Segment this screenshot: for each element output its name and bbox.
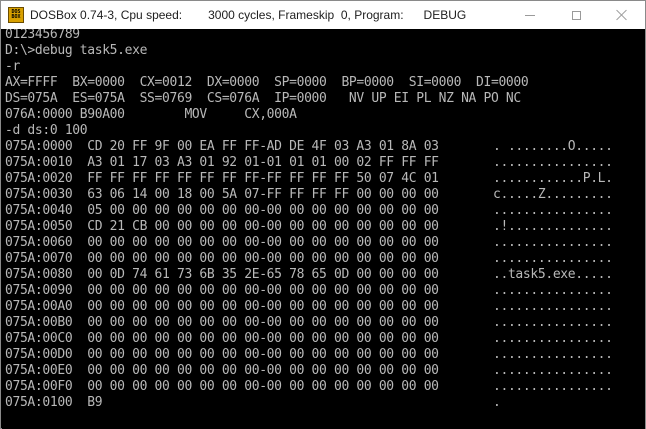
dos-console-screen[interactable]: 0123456789 D:\>debug task5.exe -r AX=FFF… <box>2 29 645 429</box>
dump-row: 075A:00B0 00 00 00 00 00 00 00 00-00 00 … <box>5 315 613 331</box>
title-program-label: Program: <box>354 8 404 22</box>
dump-ascii: .!.............. <box>493 219 613 234</box>
close-button[interactable] <box>599 1 645 29</box>
dump-row: 075A:00A0 00 00 00 00 00 00 00 00-00 00 … <box>5 299 613 315</box>
dump-row: 075A:00F0 00 00 00 00 00 00 00 00-00 00 … <box>5 379 613 395</box>
title-bar[interactable]: DOS BOX DOSBox 0.74-3, Cpu speed: 3000 cy… <box>1 1 645 29</box>
dump-ascii: . <box>493 395 501 410</box>
dump-hex: 075A:0050 CD 21 CB 00 00 00 00 00-00 00 … <box>5 219 439 234</box>
maximize-icon <box>571 10 581 20</box>
dump-ascii: . ........O..... <box>493 139 613 154</box>
dump-ascii: ................ <box>493 315 613 330</box>
console-output: 0123456789 D:\>debug task5.exe -r AX=FFF… <box>5 29 613 411</box>
register-line-2: DS=075A ES=075A SS=0769 CS=076A IP=0000 … <box>5 91 521 106</box>
window-title: DOSBox 0.74-3, Cpu speed: 3000 cycles, Fr… <box>30 8 466 22</box>
dump-row: 075A:0070 00 00 00 00 00 00 00 00-00 00 … <box>5 251 613 267</box>
dosbox-app-icon[interactable]: DOS BOX <box>8 7 24 23</box>
disassembly-line: 076A:0000 B90A00 MOV CX,000A <box>5 107 297 122</box>
title-frameskip: Frameskip 0, <box>278 8 351 22</box>
title-program-name: DEBUG <box>423 8 467 22</box>
console-line: -r <box>5 59 20 74</box>
minimize-button[interactable] <box>507 1 553 29</box>
maximize-button[interactable] <box>553 1 599 29</box>
title-cpu-speed-label: Cpu speed: <box>120 8 183 22</box>
title-app-name: DOSBox 0.74-3, <box>30 8 118 22</box>
dump-row: 075A:0030 63 06 14 00 18 00 5A 07-FF FF … <box>5 187 613 203</box>
dump-ascii: ................ <box>493 203 613 218</box>
dump-hex: 075A:0010 A3 01 17 03 A3 01 92 01-01 01 … <box>5 155 439 170</box>
dosbox-window: DOS BOX DOSBox 0.74-3, Cpu speed: 3000 cy… <box>0 0 646 429</box>
app-icon-text-bottom: BOX <box>11 14 21 20</box>
dump-hex: 075A:0070 00 00 00 00 00 00 00 00-00 00 … <box>5 251 439 266</box>
dump-row: 075A:0040 05 00 00 00 00 00 00 00-00 00 … <box>5 203 613 219</box>
dump-hex: 075A:00F0 00 00 00 00 00 00 00 00-00 00 … <box>5 379 439 394</box>
dump-row: 075A:0060 00 00 00 00 00 00 00 00-00 00 … <box>5 235 613 251</box>
title-cycles: 3000 cycles, <box>208 8 275 22</box>
window-controls <box>507 1 645 29</box>
console-line: 0123456789 <box>5 29 80 42</box>
dump-command-line: -d ds:0 100 <box>5 123 88 138</box>
dump-row: 075A:0100 B9. <box>5 395 528 411</box>
dump-hex: 075A:00A0 00 00 00 00 00 00 00 00-00 00 … <box>5 299 439 314</box>
dump-row: 075A:0050 CD 21 CB 00 00 00 00 00-00 00 … <box>5 219 613 235</box>
dump-row: 075A:0090 00 00 00 00 00 00 00 00-00 00 … <box>5 283 613 299</box>
close-icon <box>616 9 628 21</box>
dump-ascii: ................ <box>493 251 613 266</box>
dump-row: 075A:00D0 00 00 00 00 00 00 00 00-00 00 … <box>5 347 613 363</box>
dump-hex: 075A:0030 63 06 14 00 18 00 5A 07-FF FF … <box>5 187 439 202</box>
dump-row: 075A:0080 00 0D 74 61 73 6B 35 2E-65 78 … <box>5 267 613 283</box>
dump-hex: 075A:0060 00 00 00 00 00 00 00 00-00 00 … <box>5 235 439 250</box>
dump-ascii: ................ <box>493 363 613 378</box>
dump-ascii: ................ <box>493 299 613 314</box>
dump-hex: 075A:0040 05 00 00 00 00 00 00 00-00 00 … <box>5 203 439 218</box>
console-line: D:\>debug task5.exe <box>5 43 148 58</box>
dump-row: 075A:00C0 00 00 00 00 00 00 00 00-00 00 … <box>5 331 613 347</box>
dump-row: 075A:00E0 00 00 00 00 00 00 00 00-00 00 … <box>5 363 613 379</box>
dump-hex: 075A:00B0 00 00 00 00 00 00 00 00-00 00 … <box>5 315 439 330</box>
dump-ascii: ................ <box>493 379 613 394</box>
dump-ascii: c.....Z......... <box>493 187 613 202</box>
dump-ascii: ............P.L. <box>493 171 613 186</box>
dump-row: 075A:0000 CD 20 FF 9F 00 EA FF FF-AD DE … <box>5 139 613 155</box>
dump-ascii: ................ <box>493 347 613 362</box>
dump-hex: 075A:0080 00 0D 74 61 73 6B 35 2E-65 78 … <box>5 267 439 282</box>
dump-ascii: ..task5.exe..... <box>493 267 613 282</box>
dump-hex: 075A:0020 FF FF FF FF FF FF FF FF-FF FF … <box>5 171 439 186</box>
dump-hex: 075A:0000 CD 20 FF 9F 00 EA FF FF-AD DE … <box>5 139 439 154</box>
dump-ascii: ................ <box>493 283 613 298</box>
dump-hex: 075A:00C0 00 00 00 00 00 00 00 00-00 00 … <box>5 331 439 346</box>
dump-hex: 075A:00D0 00 00 00 00 00 00 00 00-00 00 … <box>5 347 439 362</box>
dump-ascii: ................ <box>493 155 613 170</box>
dump-ascii: ................ <box>493 235 613 250</box>
dump-hex: 075A:0100 B9 <box>5 395 103 410</box>
dump-row: 075A:0010 A3 01 17 03 A3 01 92 01-01 01 … <box>5 155 613 171</box>
minimize-icon <box>525 14 535 16</box>
register-line-1: AX=FFFF BX=0000 CX=0012 DX=0000 SP=0000 … <box>5 75 529 90</box>
dump-row: 075A:0020 FF FF FF FF FF FF FF FF-FF FF … <box>5 171 613 187</box>
dump-hex: 075A:0090 00 00 00 00 00 00 00 00-00 00 … <box>5 283 439 298</box>
dump-ascii: ................ <box>493 331 613 346</box>
dump-hex: 075A:00E0 00 00 00 00 00 00 00 00-00 00 … <box>5 363 439 378</box>
